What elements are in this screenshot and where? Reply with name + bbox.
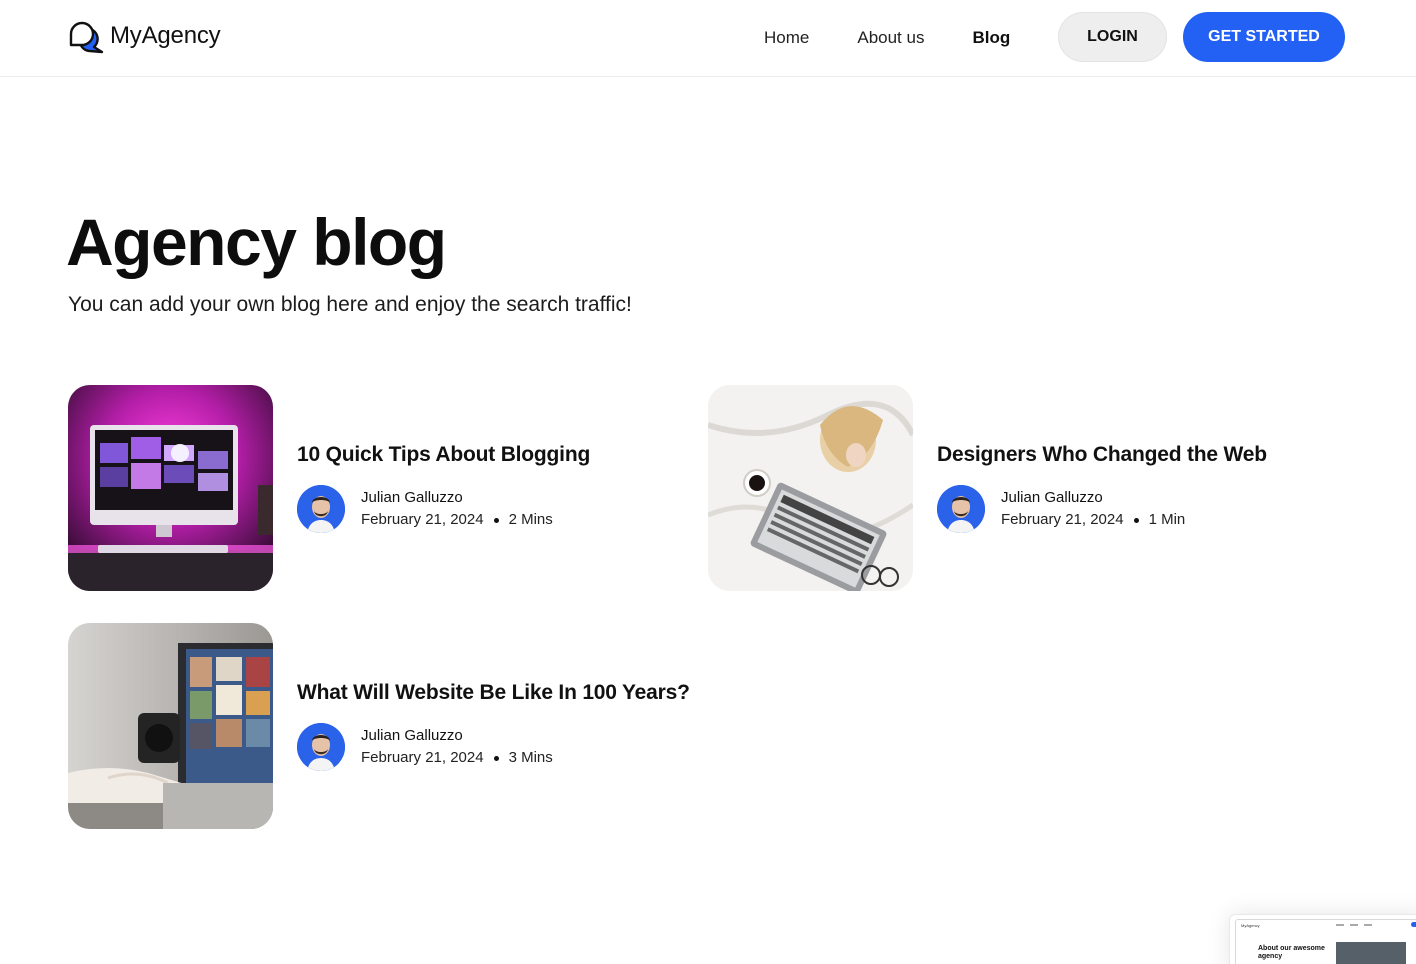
nav-home-link[interactable]: Home [740, 28, 833, 48]
get-started-button[interactable]: GET STARTED [1183, 12, 1345, 62]
author-name: Julian Galluzzo [361, 489, 463, 506]
post-meta: Julian Galluzzo February 21, 2024 3 Mins [297, 723, 690, 771]
post-dateline: February 21, 2024 2 Mins [361, 509, 553, 531]
laptop-typing-image[interactable] [68, 623, 273, 829]
preview-nav [1336, 923, 1406, 927]
blog-post-card[interactable]: Designers Who Changed the Web Julian Gal… [708, 385, 1267, 591]
logo-link[interactable]: MyAgency [68, 18, 221, 54]
author-avatar [297, 723, 345, 771]
read-time: 3 Mins [508, 749, 553, 766]
preview-page: MyAgency About our awesome agency [1235, 919, 1416, 964]
post-date: February 21, 2024 [1001, 511, 1124, 528]
site-header: MyAgency Home About us Blog LOGIN GET ST… [0, 0, 1416, 77]
template-preview-widget[interactable]: MyAgency About our awesome agency [1229, 914, 1416, 964]
post-title[interactable]: Designers Who Changed the Web [937, 443, 1267, 467]
post-dateline: February 21, 2024 3 Mins [361, 747, 553, 769]
post-dateline: February 21, 2024 1 Min [1001, 509, 1185, 531]
post-date: February 21, 2024 [361, 749, 484, 766]
woman-bed-laptop-image[interactable] [708, 385, 913, 591]
preview-logo: MyAgency [1241, 923, 1260, 928]
nav-blog-link[interactable]: Blog [948, 28, 1034, 48]
preview-heading: About our awesome agency [1258, 945, 1325, 960]
post-body: What Will Website Be Like In 100 Years? … [297, 681, 690, 771]
nav-about-link[interactable]: About us [833, 28, 948, 48]
login-button[interactable]: LOGIN [1058, 12, 1167, 62]
main-nav: Home About us Blog [740, 0, 1034, 76]
read-time: 1 Min [1148, 511, 1186, 528]
author-name: Julian Galluzzo [361, 727, 463, 744]
logo-icon [68, 18, 104, 54]
post-meta-text: Julian Galluzzo February 21, 2024 2 Mins [361, 487, 553, 531]
blog-post-card[interactable]: What Will Website Be Like In 100 Years? … [68, 623, 690, 829]
read-time: 2 Mins [508, 511, 553, 528]
author-avatar [297, 485, 345, 533]
page-subtitle: You can add your own blog here and enjoy… [68, 293, 632, 316]
post-body: 10 Quick Tips About Blogging Julian Gall… [297, 443, 590, 533]
post-title[interactable]: 10 Quick Tips About Blogging [297, 443, 590, 467]
imac-pink-desk-image[interactable] [68, 385, 273, 591]
author-name: Julian Galluzzo [1001, 489, 1103, 506]
logo-text: MyAgency [110, 22, 221, 49]
post-meta-text: Julian Galluzzo February 21, 2024 1 Min [1001, 487, 1185, 531]
post-date: February 21, 2024 [361, 511, 484, 528]
page-title: Agency blog [66, 205, 447, 279]
post-meta: Julian Galluzzo February 21, 2024 1 Min [937, 485, 1267, 533]
separator-dot [1133, 517, 1139, 523]
separator-dot [493, 755, 499, 761]
separator-dot [493, 517, 499, 523]
post-meta: Julian Galluzzo February 21, 2024 2 Mins [297, 485, 590, 533]
post-body: Designers Who Changed the Web Julian Gal… [937, 443, 1267, 533]
preview-button [1411, 922, 1416, 927]
post-title[interactable]: What Will Website Be Like In 100 Years? [297, 681, 690, 705]
blog-post-card[interactable]: 10 Quick Tips About Blogging Julian Gall… [68, 385, 590, 591]
author-avatar [937, 485, 985, 533]
preview-image [1336, 942, 1406, 964]
post-meta-text: Julian Galluzzo February 21, 2024 3 Mins [361, 725, 553, 769]
